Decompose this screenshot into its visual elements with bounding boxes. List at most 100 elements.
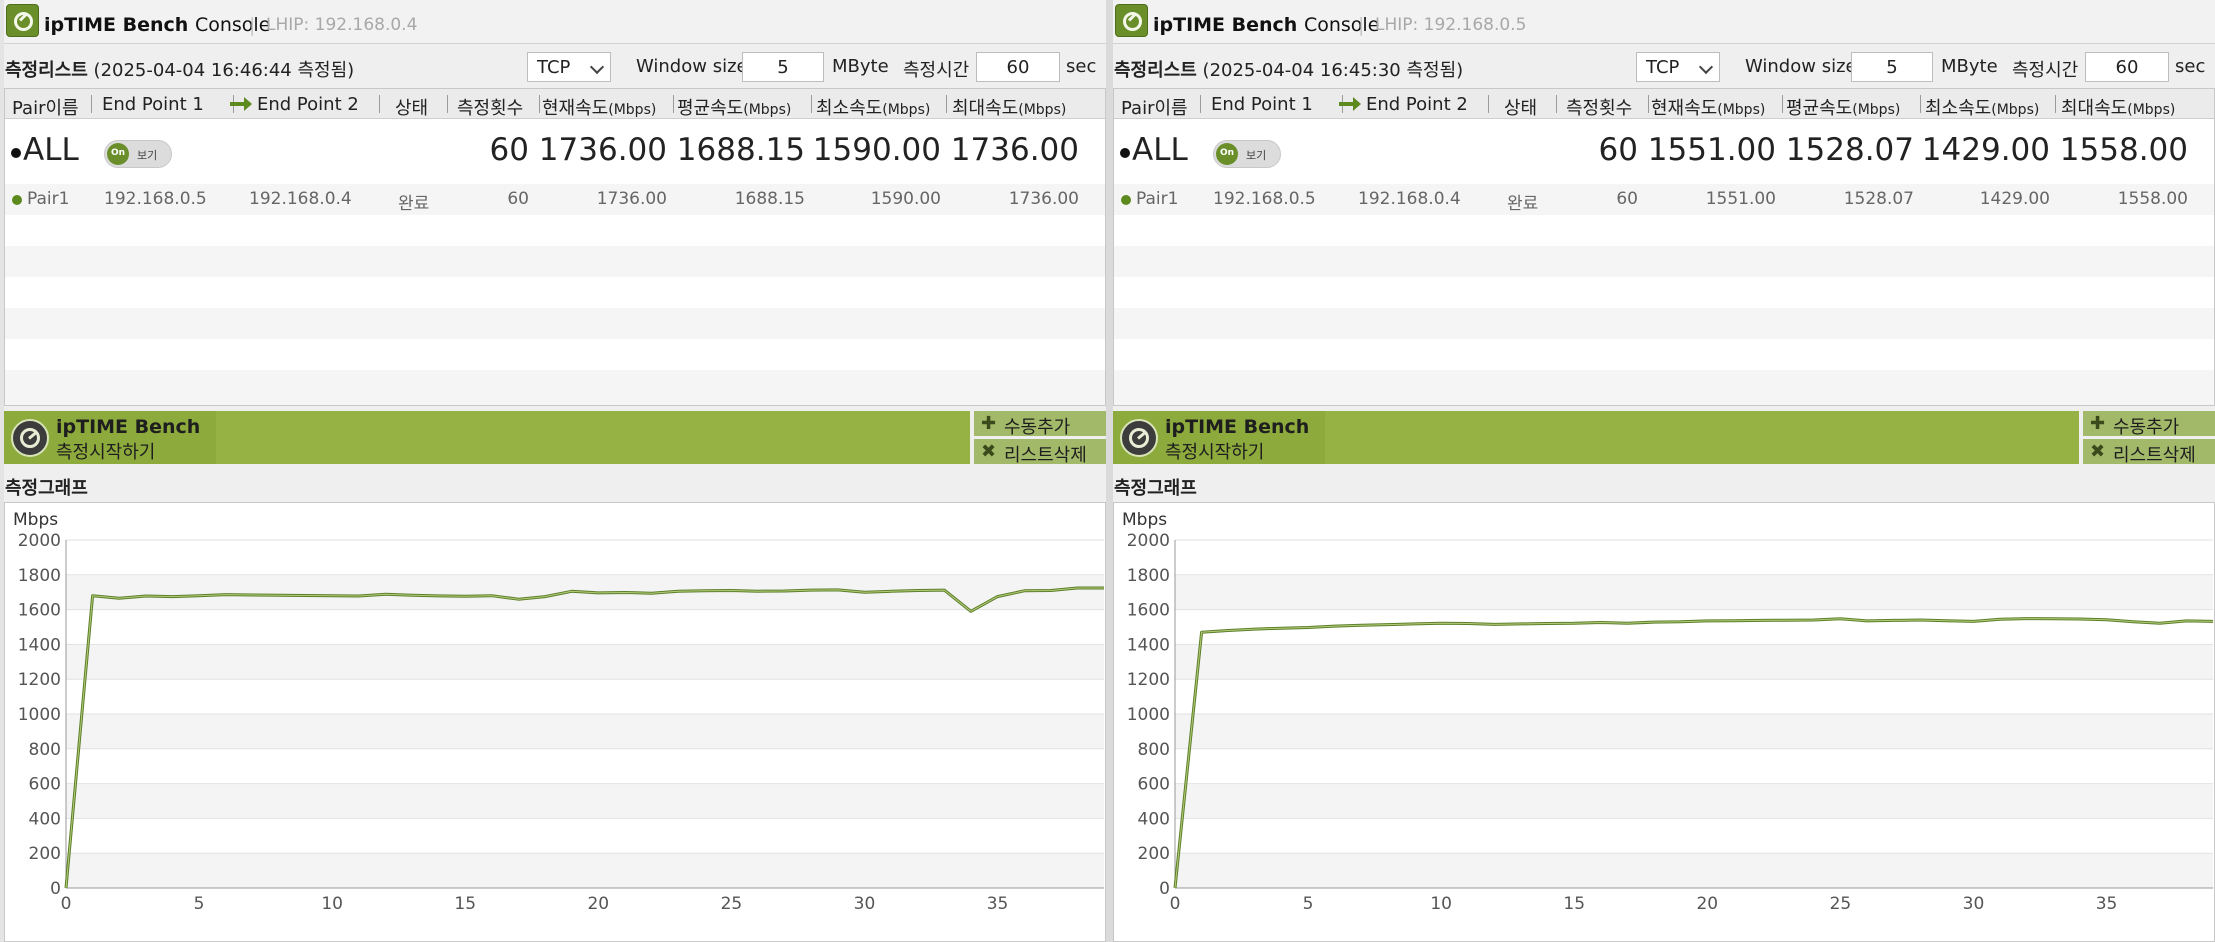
speedometer-icon (1120, 419, 1158, 457)
column-header[interactable]: 현재속도(Mbps) (1651, 94, 1765, 120)
table-row-all[interactable]: ALL On 보기 60 1736.00 1688.15 1590.00 1736… (5, 120, 1105, 184)
column-unit: (Mbps) (882, 102, 931, 118)
column-header[interactable]: End Point 2 (1366, 94, 1468, 115)
protocol-value: TCP (1646, 57, 1680, 78)
x-tick-label: 5 (1303, 894, 1314, 914)
pair-name: Pair1 (1136, 189, 1179, 209)
column-header[interactable]: 최소속도(Mbps) (816, 94, 930, 120)
y-tick-label: 1600 (18, 601, 61, 621)
window-size-input[interactable]: 5 (1851, 52, 1933, 82)
grid-band (1175, 540, 2213, 575)
all-count: 60 (489, 132, 529, 168)
y-axis-title: Mbps (1122, 510, 1167, 530)
column-header[interactable]: 평균속도(Mbps) (1786, 94, 1900, 120)
table-row[interactable]: Pair1 192.168.0.5 192.168.0.4 완료 60 1736… (5, 184, 1105, 215)
local-ip-label: LHIP: 192.168.0.4 (266, 15, 418, 35)
app-title-bold: ipTIME Bench (1153, 14, 1298, 36)
column-header[interactable]: 최소속도(Mbps) (1925, 94, 2039, 120)
add-manual-button[interactable]: ✚ 수동추가 (2083, 411, 2215, 438)
column-separator (379, 95, 380, 113)
column-header[interactable]: 현재속도(Mbps) (542, 94, 656, 120)
duration-input[interactable]: 60 (2085, 52, 2169, 82)
view-toggle[interactable]: On 보기 (104, 140, 172, 168)
column-header[interactable]: Pair이름 (1121, 94, 1188, 120)
x-tick-label: 20 (587, 894, 609, 914)
protocol-select[interactable]: TCP (527, 52, 611, 82)
y-tick-label: 1400 (1127, 635, 1170, 655)
all-dot-icon (1120, 148, 1130, 158)
x-tick-label: 10 (321, 894, 343, 914)
column-header[interactable]: End Point 1 (1211, 94, 1313, 115)
pair-max-speed: 1558.00 (2117, 189, 2188, 209)
measure-list-title: 측정리스트 (2025-04-04 16:45:30 측정됨) (1114, 56, 1463, 82)
column-separator (1200, 95, 1201, 113)
grid-band (66, 644, 1104, 680)
grid-band (66, 853, 1104, 888)
x-tick-label: 15 (1563, 894, 1585, 914)
column-header[interactable]: Pair이름 (12, 94, 79, 120)
add-manual-button[interactable]: ✚ 수동추가 (974, 411, 1106, 438)
delete-list-button[interactable]: ✖ 리스트삭제 (2083, 439, 2215, 466)
start-measure-button[interactable]: ipTIME Bench 측정시작하기 (4, 411, 970, 464)
column-header[interactable]: 측정횟수 (457, 94, 523, 120)
y-tick-label: 1800 (1127, 566, 1170, 586)
throughput-chart-svg: Mbps020040060080010001200140016001800200… (13, 510, 1104, 914)
bench-logo-icon (6, 4, 39, 37)
table-header: Pair이름 End Point 1 End Point 2 상태 측정횟수 현재속도(M… (5, 89, 1105, 119)
grid-band (1175, 818, 2213, 854)
delete-list-button[interactable]: ✖ 리스트삭제 (974, 439, 1106, 466)
column-header[interactable]: 평균속도(Mbps) (677, 94, 791, 120)
pair-status-dot-icon (1121, 195, 1131, 205)
pair-status-dot-icon (12, 195, 22, 205)
measure-timestamp: (2025-04-04 16:46:44 측정됨) (93, 60, 355, 81)
x-tick-label: 30 (854, 894, 876, 914)
column-header[interactable]: 상태 (395, 94, 428, 120)
console-titlebar: ipTIME Bench Console | LHIP: 192.168.0.5 (1113, 0, 2215, 44)
all-count: 60 (1598, 132, 1638, 168)
delete-list-label: 리스트삭제 (2113, 445, 2196, 466)
y-tick-label: 800 (29, 740, 61, 760)
action-title: ipTIME Bench (56, 416, 201, 438)
table-row-all[interactable]: ALL On 보기 60 1551.00 1528.07 1429.00 1558… (1114, 120, 2214, 184)
y-tick-label: 200 (29, 844, 61, 864)
pair-count: 60 (1616, 189, 1638, 209)
console-panel-left: ipTIME Bench Console | LHIP: 192.168.0.4… (4, 0, 1106, 942)
y-axis-title: Mbps (13, 510, 58, 530)
grid-band (1175, 853, 2213, 888)
protocol-select[interactable]: TCP (1636, 52, 1720, 82)
plus-icon: ✚ (2090, 413, 2106, 434)
column-header[interactable]: 측정횟수 (1566, 94, 1632, 120)
empty-row (5, 246, 1105, 277)
column-separator (1648, 95, 1649, 113)
column-separator (811, 95, 812, 113)
grid-band (66, 714, 1104, 749)
column-header[interactable]: 최대속도(Mbps) (2061, 94, 2175, 120)
column-header[interactable]: 상태 (1504, 94, 1537, 120)
y-tick-label: 600 (29, 775, 61, 795)
pair-min-speed: 1590.00 (870, 189, 941, 209)
measure-toolbar: 측정리스트 (2025-04-04 16:46:44 측정됨) TCP Wind… (4, 50, 1106, 84)
grid-band (66, 818, 1104, 854)
measure-table: Pair이름 End Point 1 End Point 2 상태 측정횟수 현재속도(M… (1113, 88, 2215, 406)
table-row[interactable]: Pair1 192.168.0.5 192.168.0.4 완료 60 1551… (1114, 184, 2214, 215)
start-measure-button[interactable]: ipTIME Bench 측정시작하기 (1113, 411, 2079, 464)
column-header[interactable]: End Point 1 (102, 94, 204, 115)
y-tick-label: 2000 (1127, 531, 1170, 551)
pair-status: 완료 (398, 194, 430, 214)
window-size-label: Window size (636, 56, 748, 77)
grid-band (1175, 748, 2213, 784)
duration-input[interactable]: 60 (976, 52, 1060, 82)
grid-band (1175, 644, 2213, 680)
graph-title: 측정그래프 (1114, 478, 1197, 499)
measure-toolbar: 측정리스트 (2025-04-04 16:45:30 측정됨) TCP Wind… (1113, 50, 2215, 84)
y-tick-label: 1200 (1127, 670, 1170, 690)
pair-current-speed: 1736.00 (596, 189, 667, 209)
y-tick-label: 1600 (1127, 601, 1170, 621)
window-size-input[interactable]: 5 (742, 52, 824, 82)
x-tick-label: 0 (61, 894, 72, 914)
y-tick-label: 1000 (1127, 705, 1170, 725)
column-header[interactable]: 최대속도(Mbps) (952, 94, 1066, 120)
view-toggle[interactable]: On 보기 (1213, 140, 1281, 168)
column-header[interactable]: End Point 2 (257, 94, 359, 115)
console-titlebar: ipTIME Bench Console | LHIP: 192.168.0.4 (4, 0, 1106, 44)
